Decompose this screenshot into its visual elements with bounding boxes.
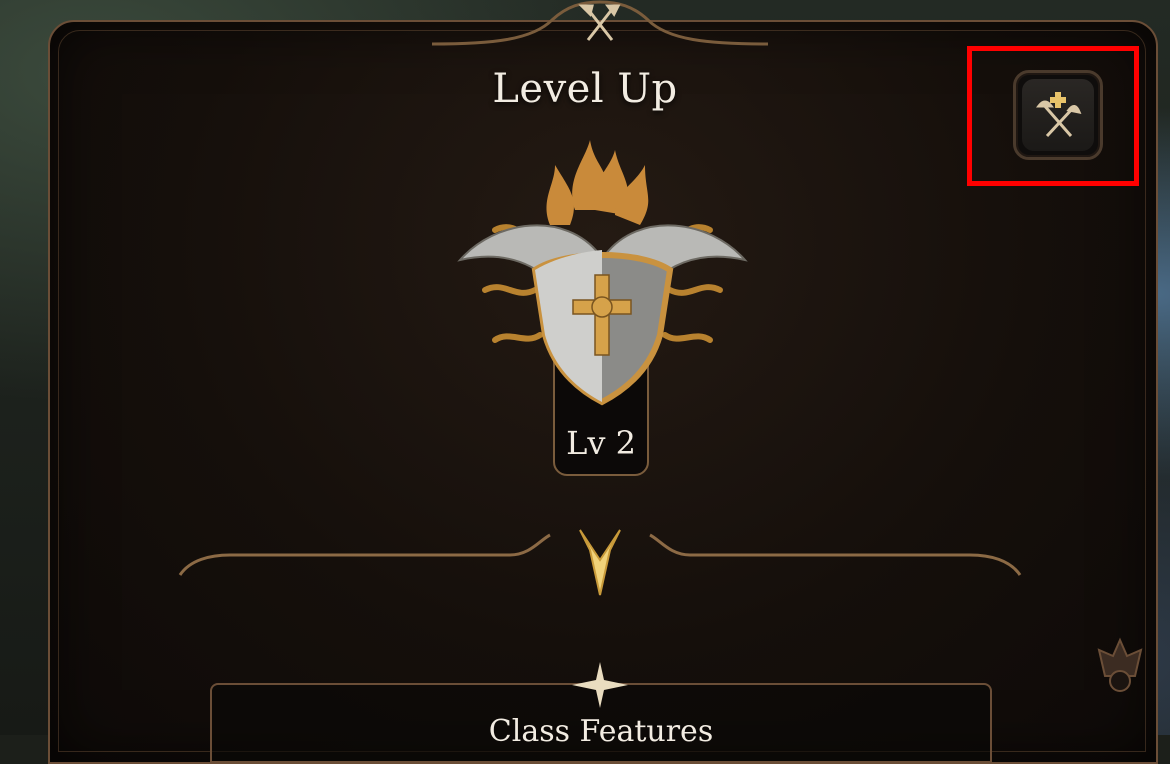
gold-sigil-icon xyxy=(579,529,621,596)
level-label: Lv 2 xyxy=(566,424,636,462)
class-features-title: Class Features xyxy=(488,714,714,749)
star-ornament-icon xyxy=(572,662,628,708)
winged-shield-crest-icon xyxy=(457,140,748,406)
crossed-axes-icon xyxy=(578,4,621,41)
crown-flame-icon[interactable] xyxy=(1095,636,1145,696)
top-crest-ornament xyxy=(432,0,768,46)
ornamental-divider xyxy=(178,529,1022,596)
highlight-box xyxy=(967,46,1139,186)
